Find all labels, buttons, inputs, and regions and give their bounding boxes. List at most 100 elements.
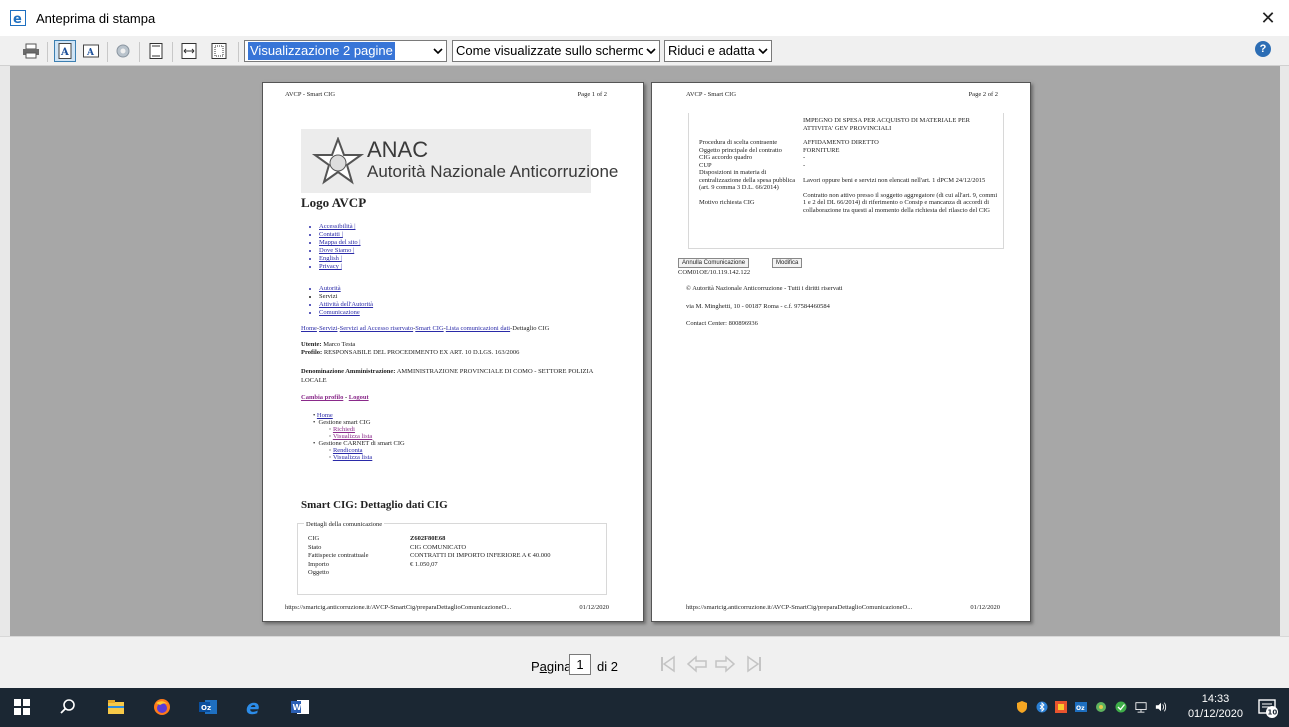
landscape-page-icon: A [83,44,99,58]
link-dove-siamo[interactable]: Dove Siamo | [319,247,361,255]
firefox-icon[interactable] [152,697,172,717]
next-page-icon[interactable] [714,654,736,674]
link-contatti[interactable]: Contatti | [319,231,361,239]
internet-explorer-taskbar-icon[interactable]: e [244,697,264,717]
breadcrumb-lista[interactable]: Lista comunicazioni dati [446,325,510,332]
menu-home[interactable]: Home [317,412,333,419]
app-tray-icon[interactable] [1055,700,1067,714]
table-row: Fattispecie contrattuale CONTRATTI DI IMP… [308,552,551,559]
bluetooth-icon[interactable] [1036,700,1048,714]
breadcrumb-servizi[interactable]: Servizi [319,325,337,332]
full-width-button[interactable] [178,40,200,62]
network-icon[interactable] [1135,700,1147,714]
svg-text:Oz: Oz [201,704,211,712]
link-comunicazione[interactable]: Comunicazione [319,309,373,317]
windows-start-icon[interactable] [12,697,32,717]
header-footer-button[interactable] [145,40,167,62]
table-row: Oggetto principale del contratto FORNITUR… [699,146,840,154]
search-icon[interactable] [58,697,78,717]
user-info: Utente: Marco Testa Profilo: RESPONSABIL… [301,341,519,357]
link-privacy[interactable]: Privacy | [319,263,361,271]
preview-area[interactable] [10,66,1280,636]
print-setting-value: Come visualizzate sullo schermo [456,43,646,58]
portrait-button[interactable]: A [54,40,76,62]
emblem-icon [311,137,365,185]
table-row: Importo € 1.050,07 [308,560,438,568]
menu-visualizza-lista-2[interactable]: Visualizza lista [333,454,373,461]
last-page-icon[interactable] [744,654,764,674]
breadcrumb-home[interactable]: Home [301,325,317,332]
menu-rendiconta[interactable]: Rendiconta [333,447,363,454]
print-setting-select[interactable]: Come visualizzate sullo schermo [452,40,660,62]
link-mappa[interactable]: Mappa del sito | [319,239,361,247]
close-button[interactable]: ✕ [1253,4,1283,32]
landscape-button[interactable]: A [80,40,102,62]
modifica-button[interactable]: Modifica [772,258,803,268]
profile-label: Profilo: [301,349,323,356]
menu-gestione-smart: Gestione smart CIG [318,419,371,426]
chevron-down-icon [430,41,446,61]
page-header-right: Page 1 of 2 [577,91,607,98]
svg-text:e: e [246,697,260,717]
preview-page-1: AVCP - Smart CIG Page 1 of 2 ANAC Autori… [262,82,644,622]
annulla-button[interactable]: Annulla Comunicazione [678,258,750,268]
table-row: Disposizioni in materia di centralizzazi… [699,169,986,191]
page-header-left: AVCP - Smart CIG [285,91,336,98]
page-number-input[interactable]: 1 [569,654,591,675]
outlook-tray-icon[interactable]: Oz [1075,700,1087,714]
address: via M. Minghetti, 10 - 00187 Roma - c.f.… [686,303,830,310]
window-title: Anteprima di stampa [36,11,156,26]
page-footer-url: https://smartcig.anticorruzione.it/AVCP-… [686,604,913,611]
full-page-button[interactable] [208,40,230,62]
print-button[interactable] [20,40,42,62]
page-setup-button[interactable] [112,40,134,62]
breadcrumb-smartcig[interactable]: Smart CIG [415,325,443,332]
security-shield-icon[interactable] [1016,700,1028,714]
details-legend: Dettagli della comunicazione [304,521,385,528]
clock-time: 14:33 [1201,693,1230,705]
print-preview-toolbar: A A Visualizzazione 2 pagine Come visual… [0,36,1289,66]
file-explorer-icon[interactable] [106,697,126,717]
breadcrumb-current: Dettaglio CIG [512,325,550,332]
first-page-icon[interactable] [658,654,678,674]
clock-date: 01/12/2020 [1187,708,1243,720]
system-clock[interactable]: 14:33 01/12/2020 [1188,692,1243,722]
logout-link[interactable]: Logout [349,394,369,401]
outlook-icon[interactable]: Oz [198,697,218,717]
view-mode-select[interactable]: Visualizzazione 2 pagine [244,40,447,62]
help-icon[interactable]: ? [1255,41,1271,57]
link-english[interactable]: English | [319,255,361,263]
gear-icon [116,44,130,58]
word-icon[interactable]: W [290,697,310,717]
anac-full-name: Autorità Nazionale Anticorruzione [367,162,619,181]
breadcrumb-accesso[interactable]: Servizi ad Accesso riservato [340,325,413,332]
green-sync-icon[interactable] [1115,700,1127,714]
top-links: Accessibilità | Contatti | Mappa del sit… [319,223,361,271]
section-title: Smart CIG: Dettaglio dati CIG [301,499,448,511]
network-share-icon[interactable] [1095,700,1107,714]
menu-gestione-carnet: Gestione CARNET di smart CIG [318,440,405,447]
link-autorita[interactable]: Autorità [319,285,373,293]
volume-icon[interactable] [1155,700,1167,714]
menu-richiedi[interactable]: Richiedi [333,426,355,433]
notif-count: 10 [1268,709,1278,717]
link-accessibilita[interactable]: Accessibilità | [319,223,361,231]
previous-page-icon[interactable] [686,654,708,674]
scale-value: Riduci e adatta [668,43,755,58]
anac-acronym: ANAC [367,137,429,162]
menu-visualizza-lista-1[interactable]: Visualizza lista [333,433,373,440]
svg-text:Oz: Oz [1076,705,1085,712]
internet-explorer-icon: e [10,10,26,26]
change-profile-link[interactable]: Cambia profilo [301,394,343,401]
preview-page-2: AVCP - Smart CIG Page 2 of 2 IMPEGNO DI … [651,82,1031,622]
user-value: Marco Testa [323,341,356,348]
table-row: Stato CIG COMUNICATO [308,543,467,551]
details-box-continued: IMPEGNO DI SPESA PER ACQUISTO DI MATERIA… [688,113,1004,249]
user-label: Utente: [301,341,322,348]
scale-select[interactable]: Riduci e adatta [664,40,772,62]
link-attivita[interactable]: Attività dell'Autorità [319,301,373,309]
full-width-icon [181,43,197,59]
svg-text:W: W [293,703,302,712]
administration: Denominazione Amministrazione: AMMINISTR… [301,367,611,385]
notifications-icon[interactable]: 10 [1257,697,1279,719]
